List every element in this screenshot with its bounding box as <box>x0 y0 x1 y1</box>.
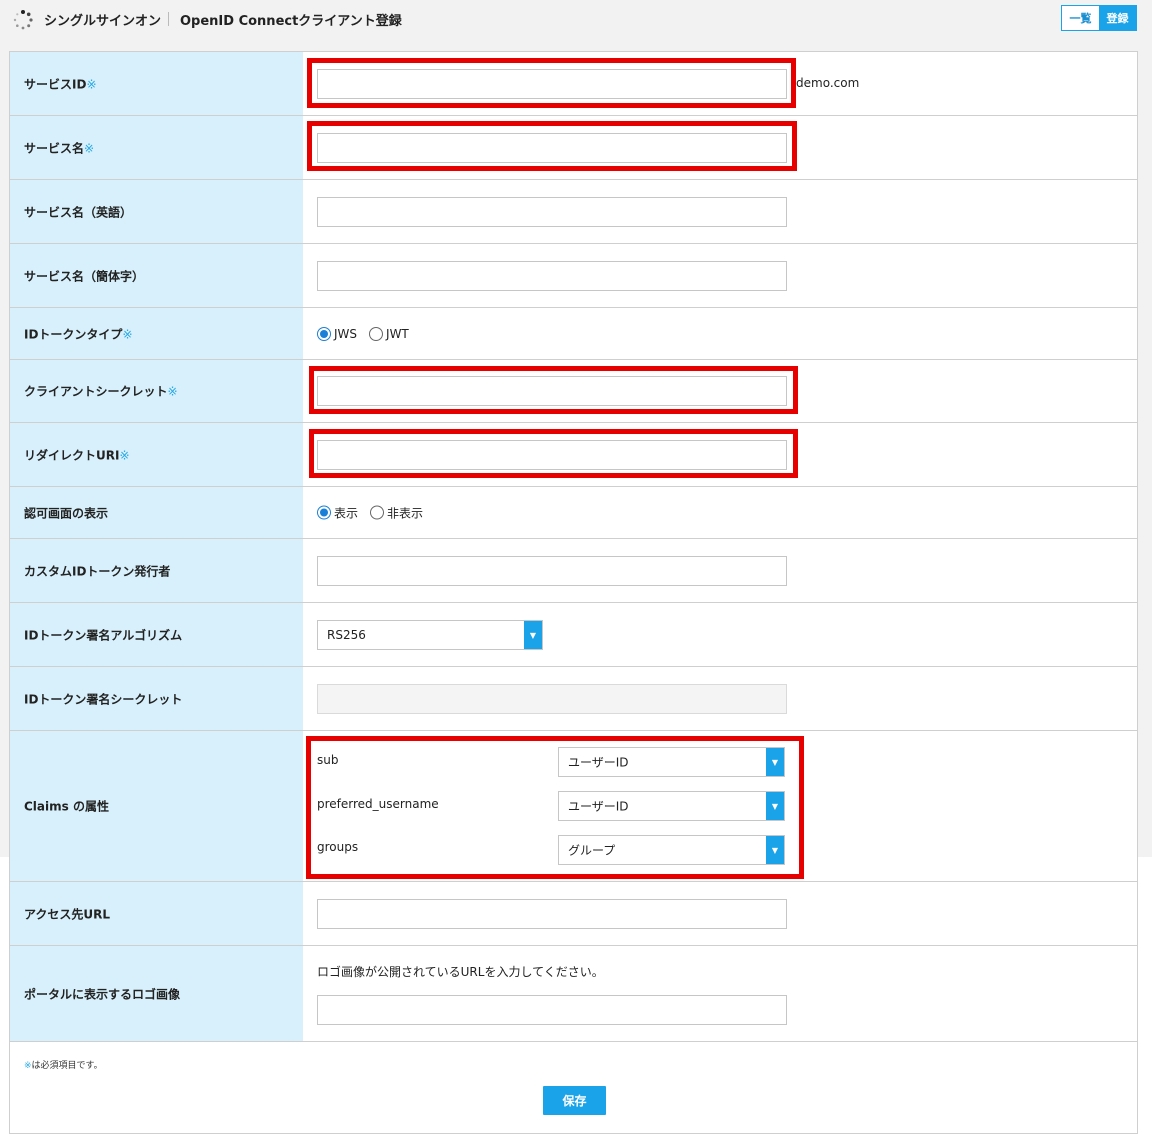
header-divider <box>168 12 169 26</box>
sign-secret-label: IDトークン署名シークレット <box>24 692 183 706</box>
sign-secret-input <box>317 684 787 714</box>
sign-algorithm-value: RS256 <box>327 628 366 642</box>
app-name: シングルサインオン <box>44 14 162 29</box>
highlight-claims <box>306 736 804 879</box>
highlight-redirect-uri <box>309 429 798 478</box>
row-service-name-zh: サービス名（簡体字） <box>10 244 1137 308</box>
custom-issuer-input[interactable] <box>317 556 787 586</box>
dropdown-arrow-icon: ▼ <box>524 621 542 649</box>
sign-algorithm-label: IDトークン署名アルゴリズム <box>24 628 183 642</box>
required-mark: ※ <box>24 1061 32 1071</box>
client-secret-label: クライアントシークレット※ <box>24 384 178 399</box>
access-url-input[interactable] <box>317 899 787 929</box>
service-id-domain-suffix: demo.com <box>796 76 860 90</box>
consent-screen-label: 認可画面の表示 <box>24 506 109 520</box>
highlight-service-name <box>307 121 797 171</box>
highlight-client-secret <box>309 366 798 414</box>
service-name-zh-label: サービス名（簡体字） <box>24 269 145 283</box>
custom-issuer-label: カスタムIDトークン発行者 <box>24 564 171 578</box>
redirect-uri-label: リダイレクトURI※ <box>24 448 130 462</box>
client-registration-form: サービスID※ demo.com サービス名※ サービス名（英語） サービス名（… <box>9 51 1138 1134</box>
highlight-service-id <box>307 58 796 108</box>
logo-label: ポータルに表示するロゴ画像 <box>24 987 181 1001</box>
tab-list[interactable]: 一覧 <box>1062 6 1099 30</box>
radio-empty-icon <box>370 505 385 520</box>
spinner-logo-icon <box>13 10 33 30</box>
required-mark: ※ <box>86 77 97 91</box>
radio-empty-icon <box>369 326 384 341</box>
logo-help-text: ロゴ画像が公開されているURLを入力してください。 <box>317 965 604 979</box>
radio-jwt[interactable]: JWT <box>369 326 409 341</box>
tab-register[interactable]: 登録 <box>1099 6 1136 30</box>
radio-hide[interactable]: 非表示 <box>370 504 423 521</box>
save-button[interactable]: 保存 <box>543 1086 606 1115</box>
required-mark: ※ <box>167 384 178 399</box>
access-url-label: アクセス先URL <box>24 907 111 921</box>
radio-selected-icon <box>317 505 331 520</box>
radio-show[interactable]: 表示 <box>317 504 358 521</box>
view-tabs: 一覧 登録 <box>1061 5 1137 31</box>
consent-screen-radios: 表示 非表示 <box>317 504 435 521</box>
claims-label: Claims の属性 <box>24 799 109 814</box>
radio-selected-icon <box>317 326 331 341</box>
row-sign-secret: IDトークン署名シークレット <box>10 667 1137 731</box>
required-note: ※は必須項目です。 <box>24 1061 103 1071</box>
row-consent-screen: 認可画面の表示 表示 非表示 <box>10 487 1137 539</box>
app-header: シングルサインオン OpenID Connectクライアント登録 一覧 登録 <box>0 0 1152 40</box>
service-id-label: サービスID※ <box>24 77 97 91</box>
required-mark: ※ <box>122 327 133 341</box>
radio-jws[interactable]: JWS <box>317 326 357 341</box>
required-mark: ※ <box>119 448 130 462</box>
logo-url-input[interactable] <box>317 995 787 1025</box>
id-token-type-radios: JWS JWT <box>317 326 421 341</box>
id-token-type-label: IDトークンタイプ※ <box>24 327 133 341</box>
row-id-token-type: IDトークンタイプ※ JWS JWT <box>10 308 1137 360</box>
row-service-name-en: サービス名（英語） <box>10 180 1137 244</box>
row-access-url: アクセス先URL <box>10 882 1137 946</box>
service-name-en-input[interactable] <box>317 197 787 227</box>
page-title: OpenID Connectクライアント登録 <box>180 14 402 29</box>
row-logo: ポータルに表示するロゴ画像 ロゴ画像が公開されているURLを入力してください。 <box>10 946 1137 1042</box>
row-custom-issuer: カスタムIDトークン発行者 <box>10 539 1137 603</box>
required-mark: ※ <box>84 141 95 155</box>
service-name-zh-input[interactable] <box>317 261 787 291</box>
service-name-en-label: サービス名（英語） <box>24 205 133 219</box>
service-name-label: サービス名※ <box>24 141 95 155</box>
row-sign-algorithm: IDトークン署名アルゴリズム RS256 ▼ <box>10 603 1137 667</box>
sign-algorithm-select[interactable]: RS256 ▼ <box>317 620 543 650</box>
